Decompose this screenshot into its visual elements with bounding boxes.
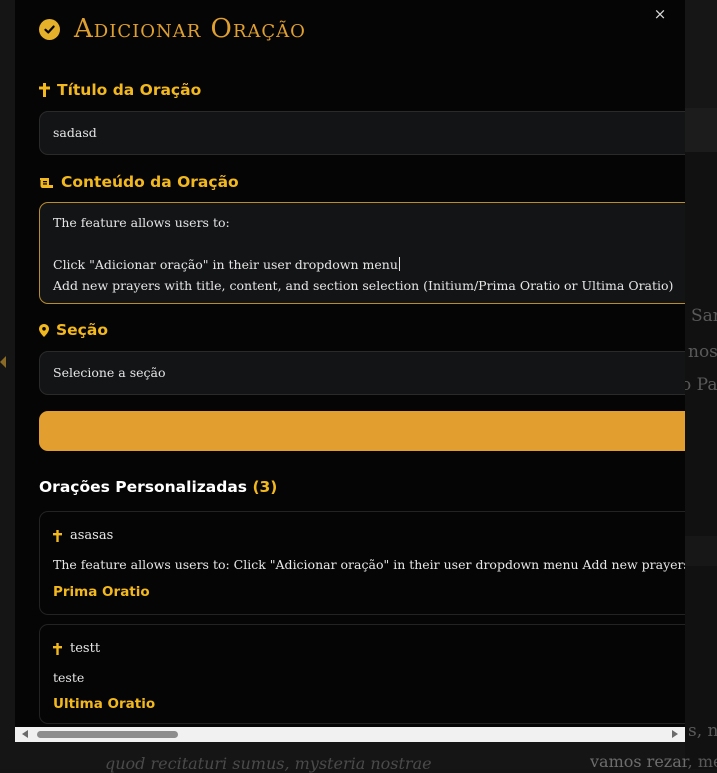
- section-select[interactable]: Selecione a seção: [39, 351, 685, 395]
- content-label-text: Conteúdo da Oração: [61, 173, 239, 191]
- prayer-card-section: Ultima Oratio: [53, 696, 156, 712]
- background-divider: [685, 536, 717, 566]
- scroll-left-icon[interactable]: [22, 730, 28, 738]
- section-label-text: Seção: [56, 321, 108, 339]
- content-line: The feature allows users to:: [53, 215, 230, 230]
- background-text: o Pai: [681, 375, 717, 395]
- background-text: quod recitaturi sumus, mysteria nostrae: [105, 754, 432, 773]
- section-label: Seção: [39, 321, 108, 339]
- modal-scroll-area[interactable]: × Adicionar Oração Título da Oração sada…: [15, 0, 685, 727]
- prayer-card-content: The feature allows users to: Click "Adic…: [53, 557, 685, 572]
- content-line: [53, 233, 685, 254]
- prayer-card-title: asasas: [53, 528, 113, 543]
- background-text: Sar: [691, 306, 717, 326]
- title-input[interactable]: sadasd: [39, 111, 685, 155]
- prayer-card-title-text: asasas: [70, 528, 114, 543]
- background-header: [685, 0, 717, 108]
- custom-prayers-count: (3): [252, 478, 278, 496]
- background-text: s, nó: [688, 721, 717, 741]
- custom-prayers-heading-text: Orações Personalizadas: [39, 478, 248, 496]
- content-line-text: Click "Adicionar oração" in their user d…: [53, 257, 398, 272]
- prayer-card[interactable]: asasas The feature allows users to: Clic…: [39, 511, 685, 615]
- modal-title: Adicionar Oração: [74, 14, 306, 44]
- text-cursor: [398, 257, 400, 271]
- prayer-card-content: teste: [53, 670, 85, 685]
- scrollbar-thumb[interactable]: [37, 731, 178, 738]
- background-text: vamos rezar, me: [590, 752, 717, 771]
- custom-prayers-heading: Orações Personalizadas (3): [39, 478, 277, 496]
- location-pin-icon: [39, 323, 49, 337]
- scroll-right-icon[interactable]: [672, 730, 678, 738]
- check-circle-icon: [39, 18, 60, 40]
- title-label: Título da Oração: [39, 81, 201, 99]
- prayer-card-section: Prima Oratio: [53, 584, 150, 600]
- horizontal-scrollbar[interactable]: [15, 727, 685, 742]
- cross-icon: [53, 642, 62, 655]
- scroll-icon: [39, 176, 54, 189]
- modal-header: Adicionar Oração: [39, 14, 306, 44]
- add-prayer-modal: × Adicionar Oração Título da Oração sada…: [15, 0, 685, 742]
- content-label: Conteúdo da Oração: [39, 173, 239, 191]
- background-text: nos: [688, 342, 717, 362]
- content-textarea[interactable]: The feature allows users to: Click "Adic…: [39, 202, 685, 304]
- background-arrow-icon: [0, 356, 6, 368]
- title-label-text: Título da Oração: [57, 81, 202, 99]
- submit-button[interactable]: [39, 411, 685, 451]
- cross-icon: [53, 529, 62, 542]
- background-band: [685, 108, 717, 152]
- close-button[interactable]: ×: [651, 5, 669, 23]
- prayer-card[interactable]: testt teste Ultima Oratio: [39, 624, 685, 724]
- prayer-card-title: testt: [53, 641, 100, 656]
- content-line: Add new prayers with title, content, and…: [53, 278, 674, 293]
- cross-icon: [39, 83, 50, 97]
- content-line: Click "Adicionar oração" in their user d…: [53, 254, 685, 275]
- prayer-card-title-text: testt: [70, 641, 101, 656]
